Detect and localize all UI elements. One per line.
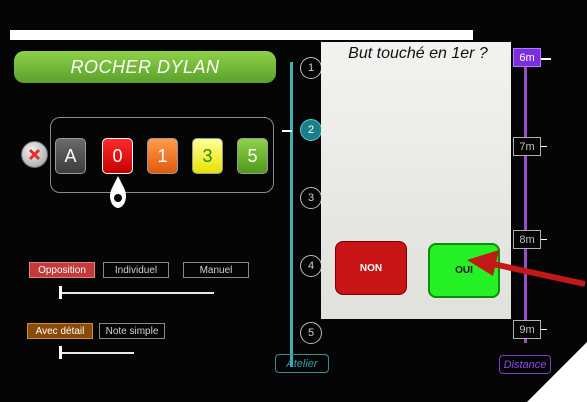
atelier-step-3[interactable]: 3: [300, 187, 322, 209]
reset-icon[interactable]: [21, 141, 48, 168]
detail-slider-track[interactable]: [60, 352, 134, 354]
pointer-arrow-icon: [467, 250, 586, 287]
score-button-3[interactable]: 3: [192, 138, 223, 174]
score-button-5[interactable]: 5: [237, 138, 268, 174]
distance-7m[interactable]: 7m: [513, 137, 541, 156]
no-button[interactable]: NON: [335, 241, 407, 295]
distance-current-marker: [541, 58, 551, 60]
atelier-rail: [290, 62, 293, 367]
corner-fold-decoration: [527, 342, 587, 402]
atelier-step-2[interactable]: 2: [300, 119, 322, 141]
distance-tick-7m: [541, 146, 547, 147]
score-button-0[interactable]: 0: [102, 138, 133, 174]
top-bar: [10, 30, 473, 40]
detail-slider-thumb[interactable]: [59, 346, 62, 359]
mode-individuel-button[interactable]: Individuel: [103, 262, 169, 278]
app-stage: ROCHER DYLAN A 0 1 3 5 Opposition Indivi…: [0, 0, 587, 402]
selection-pin-icon: [110, 176, 126, 208]
atelier-label: Atelier: [275, 354, 329, 373]
mode-slider-thumb[interactable]: [59, 286, 62, 299]
cross-mark-icon: [28, 148, 41, 161]
score-button-a[interactable]: A: [55, 138, 86, 174]
mode-opposition-button[interactable]: Opposition: [29, 262, 95, 278]
atelier-current-marker: [282, 130, 292, 132]
detail-note-simple-button[interactable]: Note simple: [99, 323, 165, 339]
mode-manuel-button[interactable]: Manuel: [183, 262, 249, 278]
atelier-step-4[interactable]: 4: [300, 255, 322, 277]
dialog-question: But touché en 1er ?: [348, 45, 488, 62]
atelier-step-5[interactable]: 5: [300, 322, 322, 344]
player-name-banner: ROCHER DYLAN: [14, 51, 276, 83]
atelier-step-1[interactable]: 1: [300, 57, 322, 79]
mode-slider-track[interactable]: [60, 292, 214, 294]
detail-avec-button[interactable]: Avec détail: [27, 323, 93, 339]
distance-6m[interactable]: 6m: [513, 48, 541, 67]
score-button-1[interactable]: 1: [147, 138, 178, 174]
